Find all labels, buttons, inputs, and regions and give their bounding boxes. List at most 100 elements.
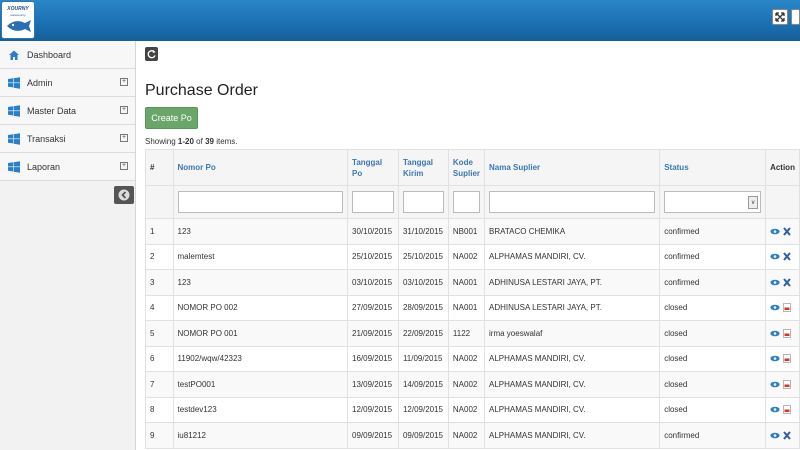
delete-x-icon[interactable] xyxy=(782,431,792,440)
kode-suplier-cell: NA002 xyxy=(447,371,486,398)
column-header-status[interactable]: Status xyxy=(659,149,767,186)
nama-suplier-cell: ALPHAMAS MANDIRI, CV. xyxy=(484,422,661,449)
expand-toggle-icon[interactable]: + xyxy=(120,162,128,170)
nomor-po-cell: malemtest xyxy=(172,243,349,270)
expand-toggle-icon[interactable]: + xyxy=(120,134,128,142)
sidebar-item-label: Laporan xyxy=(27,162,61,172)
sidebar-item-label: Admin xyxy=(27,78,53,88)
summary-total: 39 xyxy=(205,137,214,146)
action-cell xyxy=(765,396,800,423)
filter-nama-suplier-input[interactable] xyxy=(489,191,656,213)
view-eye-icon[interactable] xyxy=(770,278,780,287)
sidebar-item-laporan[interactable]: Laporan + xyxy=(0,153,135,181)
sidebar-item-master-data[interactable]: Master Data + xyxy=(0,97,135,125)
pdf-document-icon[interactable] xyxy=(782,405,792,415)
tanggal-kirim-cell: 14/09/2015 xyxy=(397,371,449,398)
view-eye-icon[interactable] xyxy=(770,303,780,312)
app-logo[interactable]: XOURNY wwwxourny xyxy=(1,1,35,39)
user-menu-button[interactable] xyxy=(791,9,800,25)
tanggal-kirim-cell: 22/09/2015 xyxy=(397,320,449,347)
pdf-document-icon[interactable] xyxy=(782,329,792,338)
sidebar-item-label: Master Data xyxy=(27,106,77,116)
filter-tanggal-kirim-input[interactable] xyxy=(402,191,444,213)
sidebar-item-transaksi[interactable]: Transaksi + xyxy=(0,125,135,153)
pdf-document-icon[interactable] xyxy=(782,380,792,389)
filter-cell xyxy=(145,185,174,219)
fish-logo-icon xyxy=(7,20,31,32)
view-eye-icon[interactable] xyxy=(770,252,780,261)
filter-status-select[interactable]: v xyxy=(664,191,762,213)
kode-suplier-cell: 1122 xyxy=(447,320,486,347)
kode-suplier-cell: NA001 xyxy=(447,269,486,296)
view-eye-icon[interactable] xyxy=(770,431,780,440)
items-summary: Showing 1-20 of 39 items. xyxy=(145,137,238,146)
view-eye-icon[interactable] xyxy=(770,405,780,414)
row-number: 2 xyxy=(145,243,174,270)
fullscreen-button[interactable] xyxy=(772,9,788,25)
sidebar-item-admin[interactable]: Admin + xyxy=(0,69,135,97)
column-header-tanggal-kirim[interactable]: Tanggal Kirim xyxy=(397,149,449,186)
filter-kode-suplier-input[interactable] xyxy=(452,191,481,213)
page-title: Purchase Order xyxy=(145,82,258,99)
pdf-document-icon[interactable] xyxy=(782,354,792,364)
table-row: 1 123 30/10/2015 31/10/2015 NB001 BRATACO CHE… xyxy=(145,218,800,245)
filter-cell xyxy=(347,185,399,219)
purchase-order-table: # Nomor Po Tanggal Po Tanggal Kirim Kode… xyxy=(145,149,800,449)
view-eye-icon[interactable] xyxy=(770,354,780,363)
status-cell: confirmed xyxy=(659,243,767,270)
pdf-document-icon[interactable] xyxy=(782,303,792,313)
status-cell: confirmed xyxy=(659,218,767,245)
chevron-down-icon: v xyxy=(748,196,759,209)
tanggal-kirim-cell: 03/10/2015 xyxy=(397,269,449,296)
action-cell xyxy=(765,269,800,296)
row-number: 4 xyxy=(145,294,174,321)
sidebar: Dashboard Admin + Master Data + Transaks… xyxy=(0,41,136,450)
table-row: 8 testdev123 12/09/2015 12/09/2015 NA002 ALPH… xyxy=(145,396,800,423)
summary-suffix: items. xyxy=(213,137,238,146)
windows-icon xyxy=(8,133,20,145)
filter-nomor-po-input[interactable] xyxy=(177,191,344,213)
tanggal-po-cell: 09/09/2015 xyxy=(347,422,399,449)
view-eye-icon[interactable] xyxy=(770,329,780,338)
view-eye-icon[interactable] xyxy=(770,227,780,236)
action-cell xyxy=(765,345,800,372)
tanggal-po-cell: 27/09/2015 xyxy=(347,294,399,321)
nomor-po-cell: 123 xyxy=(172,218,349,245)
nama-suplier-cell: ADHINUSA LESTARI JAYA, PT. xyxy=(484,269,661,296)
column-header-nama-suplier[interactable]: Nama Suplier xyxy=(484,149,661,186)
nomor-po-cell: 11902/wqw/42323 xyxy=(172,345,349,372)
delete-x-icon[interactable] xyxy=(782,278,792,287)
kode-suplier-cell: NA002 xyxy=(447,422,486,449)
column-header-tanggal-po[interactable]: Tanggal Po xyxy=(347,149,399,186)
expand-toggle-icon[interactable]: + xyxy=(120,106,128,114)
view-eye-icon[interactable] xyxy=(770,380,780,389)
tanggal-po-cell: 13/09/2015 xyxy=(347,371,399,398)
delete-x-icon[interactable] xyxy=(782,252,792,262)
nomor-po-cell: testdev123 xyxy=(172,396,349,423)
sidebar-collapse-button[interactable] xyxy=(114,186,134,204)
table-row: 5 NOMOR PO 001 21/09/2015 22/09/2015 1122 irm… xyxy=(145,320,800,347)
column-header-action: Action xyxy=(765,149,800,186)
expand-toggle-icon[interactable]: + xyxy=(120,78,128,86)
action-cell xyxy=(765,243,800,270)
table-row: 2 malemtest 25/10/2015 25/10/2015 NA002 ALPHA… xyxy=(145,243,800,270)
sidebar-item-dashboard[interactable]: Dashboard xyxy=(0,41,135,69)
refresh-button[interactable] xyxy=(145,47,158,61)
refresh-icon xyxy=(147,49,156,59)
status-cell: closed xyxy=(659,396,767,423)
filter-cell: v xyxy=(659,185,767,219)
filter-tanggal-po-input[interactable] xyxy=(352,191,394,213)
kode-suplier-cell: NA002 xyxy=(447,243,486,270)
tanggal-po-cell: 03/10/2015 xyxy=(347,269,399,296)
column-header-kode-suplier[interactable]: Kode Suplier xyxy=(447,149,486,186)
tanggal-kirim-cell: 11/09/2015 xyxy=(397,345,449,372)
create-po-button[interactable]: Create Po xyxy=(145,107,198,129)
filter-cell xyxy=(172,185,349,219)
nama-suplier-cell: ALPHAMAS MANDIRI, CV. xyxy=(484,345,661,372)
action-cell xyxy=(765,218,800,245)
delete-x-icon[interactable] xyxy=(782,227,792,236)
column-header-nomor-po[interactable]: Nomor Po xyxy=(172,149,349,186)
windows-icon xyxy=(8,161,20,173)
status-cell: confirmed xyxy=(659,422,767,449)
tanggal-po-cell: 30/10/2015 xyxy=(347,218,399,245)
